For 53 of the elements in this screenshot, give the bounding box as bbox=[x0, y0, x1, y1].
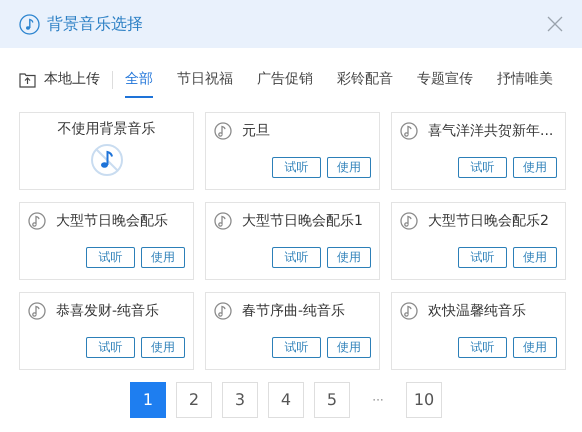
page-button[interactable]: 2 bbox=[176, 382, 212, 418]
page-button[interactable]: 5 bbox=[314, 382, 350, 418]
preview-button[interactable]: 试听 bbox=[272, 337, 321, 358]
music-note-icon bbox=[400, 212, 418, 230]
use-button[interactable]: 使用 bbox=[513, 337, 557, 358]
category-tab[interactable]: 节日祝福 bbox=[177, 62, 233, 98]
music-note-icon bbox=[214, 302, 232, 320]
upload-button[interactable]: 本地上传 bbox=[19, 69, 100, 90]
music-note-icon bbox=[28, 212, 46, 230]
use-button[interactable]: 使用 bbox=[141, 337, 185, 358]
category-tab[interactable]: 全部 bbox=[125, 62, 153, 98]
music-note-icon bbox=[214, 122, 232, 140]
use-button[interactable]: 使用 bbox=[513, 157, 557, 178]
track-title: 喜气洋洋共贺新年... bbox=[428, 122, 554, 141]
preview-button[interactable]: 试听 bbox=[458, 157, 507, 178]
close-icon[interactable] bbox=[547, 16, 563, 32]
use-button[interactable]: 使用 bbox=[327, 337, 371, 358]
music-note-icon bbox=[19, 14, 40, 34]
track-title: 大型节日晚会配乐1 bbox=[242, 212, 363, 231]
music-note-icon bbox=[400, 122, 418, 140]
preview-button[interactable]: 试听 bbox=[272, 247, 321, 268]
page-button[interactable]: 3 bbox=[222, 382, 258, 418]
track-title: 元旦 bbox=[242, 122, 270, 141]
card-title: 不使用背景音乐 bbox=[58, 120, 156, 139]
music-note-icon bbox=[400, 302, 418, 320]
page-button[interactable]: 1 bbox=[130, 382, 166, 418]
no-music-icon bbox=[90, 143, 124, 177]
track-title: 大型节日晚会配乐 bbox=[56, 212, 168, 231]
category-tab[interactable]: 抒情唯美 bbox=[497, 62, 553, 98]
upload-icon bbox=[19, 71, 36, 88]
music-note-icon bbox=[28, 302, 46, 320]
preview-button[interactable]: 试听 bbox=[86, 337, 135, 358]
page-button[interactable]: 10 bbox=[406, 382, 442, 418]
track-title: 大型节日晚会配乐2 bbox=[428, 212, 549, 231]
category-tab[interactable]: 专题宣传 bbox=[417, 62, 473, 98]
track-title: 春节序曲-纯音乐 bbox=[242, 302, 346, 321]
preview-button[interactable]: 试听 bbox=[458, 247, 507, 268]
preview-button[interactable]: 试听 bbox=[272, 157, 321, 178]
use-button[interactable]: 使用 bbox=[327, 247, 371, 268]
use-button[interactable]: 使用 bbox=[513, 247, 557, 268]
use-button[interactable]: 使用 bbox=[141, 247, 185, 268]
window-title: 背景音乐选择 bbox=[47, 13, 143, 35]
category-tab[interactable]: 广告促销 bbox=[257, 62, 313, 98]
preview-button[interactable]: 试听 bbox=[86, 247, 135, 268]
pagination-ellipsis: ··· bbox=[371, 392, 385, 409]
track-title: 恭喜发财-纯音乐 bbox=[56, 302, 160, 321]
track-title: 欢快温馨纯音乐 bbox=[428, 302, 526, 321]
music-card[interactable]: 不使用背景音乐 bbox=[19, 112, 194, 190]
page-button[interactable]: 4 bbox=[268, 382, 304, 418]
preview-button[interactable]: 试听 bbox=[458, 337, 507, 358]
music-note-icon bbox=[214, 212, 232, 230]
category-tab[interactable]: 彩铃配音 bbox=[337, 62, 393, 98]
use-button[interactable]: 使用 bbox=[327, 157, 371, 178]
